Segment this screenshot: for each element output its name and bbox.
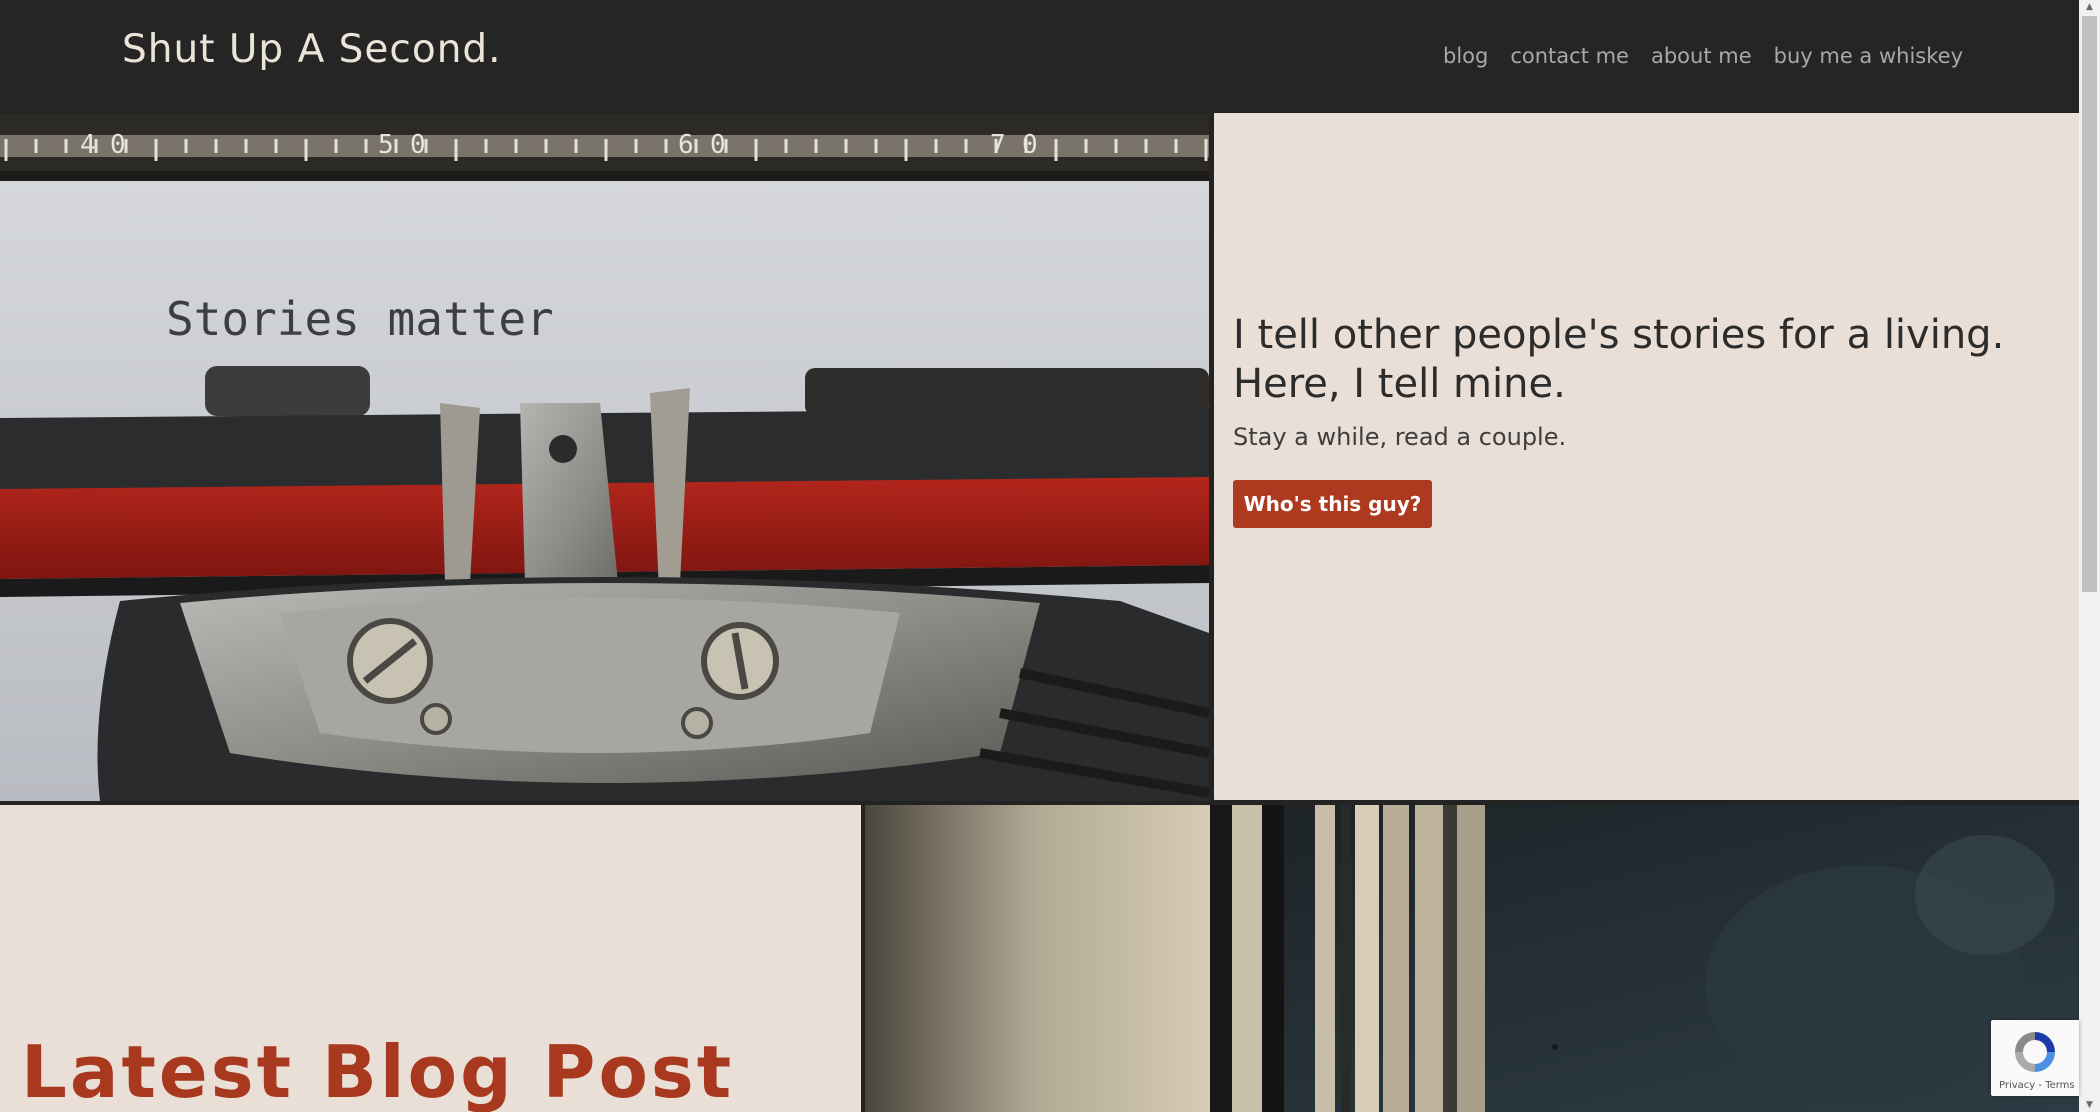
latest-post-panel: Latest Blog Post: [0, 805, 861, 1112]
hero-heading-line2: Here, I tell mine.: [1233, 361, 1566, 407]
hero-heading: I tell other people's stories for a livi…: [1233, 311, 2053, 409]
svg-text:0: 0: [110, 130, 126, 160]
hero-subheading: Stay a while, read a couple.: [1233, 423, 1567, 451]
scroll-up-arrow-icon[interactable]: ▲: [2079, 0, 2100, 14]
svg-text:5: 5: [378, 130, 394, 160]
svg-text:7: 7: [990, 130, 1006, 160]
recaptcha-privacy-link[interactable]: Privacy: [1999, 1080, 2035, 1091]
nav-link-about-me[interactable]: about me: [1651, 44, 1752, 68]
curtain-window-illustration: [865, 805, 2079, 1112]
typed-paper-text: Stories matter: [166, 292, 554, 346]
svg-text:0: 0: [410, 130, 426, 160]
nav-link-blog[interactable]: blog: [1443, 44, 1488, 68]
recaptcha-terms-link[interactable]: Terms: [2045, 1080, 2074, 1091]
page-scrollbar[interactable]: ▲ ▼: [2079, 0, 2100, 1112]
recaptcha-badge[interactable]: Privacy - Terms: [1991, 1020, 2079, 1096]
nav-link-buy-me-a-whiskey[interactable]: buy me a whiskey: [1774, 44, 1963, 68]
scrollbar-thumb[interactable]: [2082, 16, 2097, 592]
about-cta-button[interactable]: Who's this guy?: [1233, 480, 1432, 528]
site-header: Shut Up A Second. blog contact me about …: [0, 0, 2079, 112]
svg-text:0: 0: [1022, 130, 1038, 160]
recaptcha-logo-icon: [2015, 1032, 2055, 1072]
recaptcha-separator: -: [2035, 1080, 2046, 1091]
hero-heading-line1: I tell other people's stories for a livi…: [1233, 312, 2005, 358]
main-nav: blog contact me about me buy me a whiske…: [1443, 44, 1963, 68]
recaptcha-links: Privacy - Terms: [1999, 1080, 2075, 1091]
hero-typewriter-image: 40 50 60 70 Stories matter: [0, 113, 1209, 801]
svg-text:4: 4: [80, 130, 96, 160]
typewriter-illustration: 40 50 60 70 Stories matter: [0, 113, 1209, 801]
site-brand[interactable]: Shut Up A Second.: [122, 27, 502, 72]
latest-post-image[interactable]: [865, 805, 2079, 1112]
latest-post-heading: Latest Blog Post: [21, 1030, 735, 1112]
svg-text:6: 6: [678, 130, 694, 160]
nav-link-contact-me[interactable]: contact me: [1510, 44, 1629, 68]
svg-text:0: 0: [710, 130, 726, 160]
hero-intro-panel: I tell other people's stories for a livi…: [1214, 113, 2079, 800]
scroll-down-arrow-icon[interactable]: ▼: [2079, 1098, 2100, 1112]
